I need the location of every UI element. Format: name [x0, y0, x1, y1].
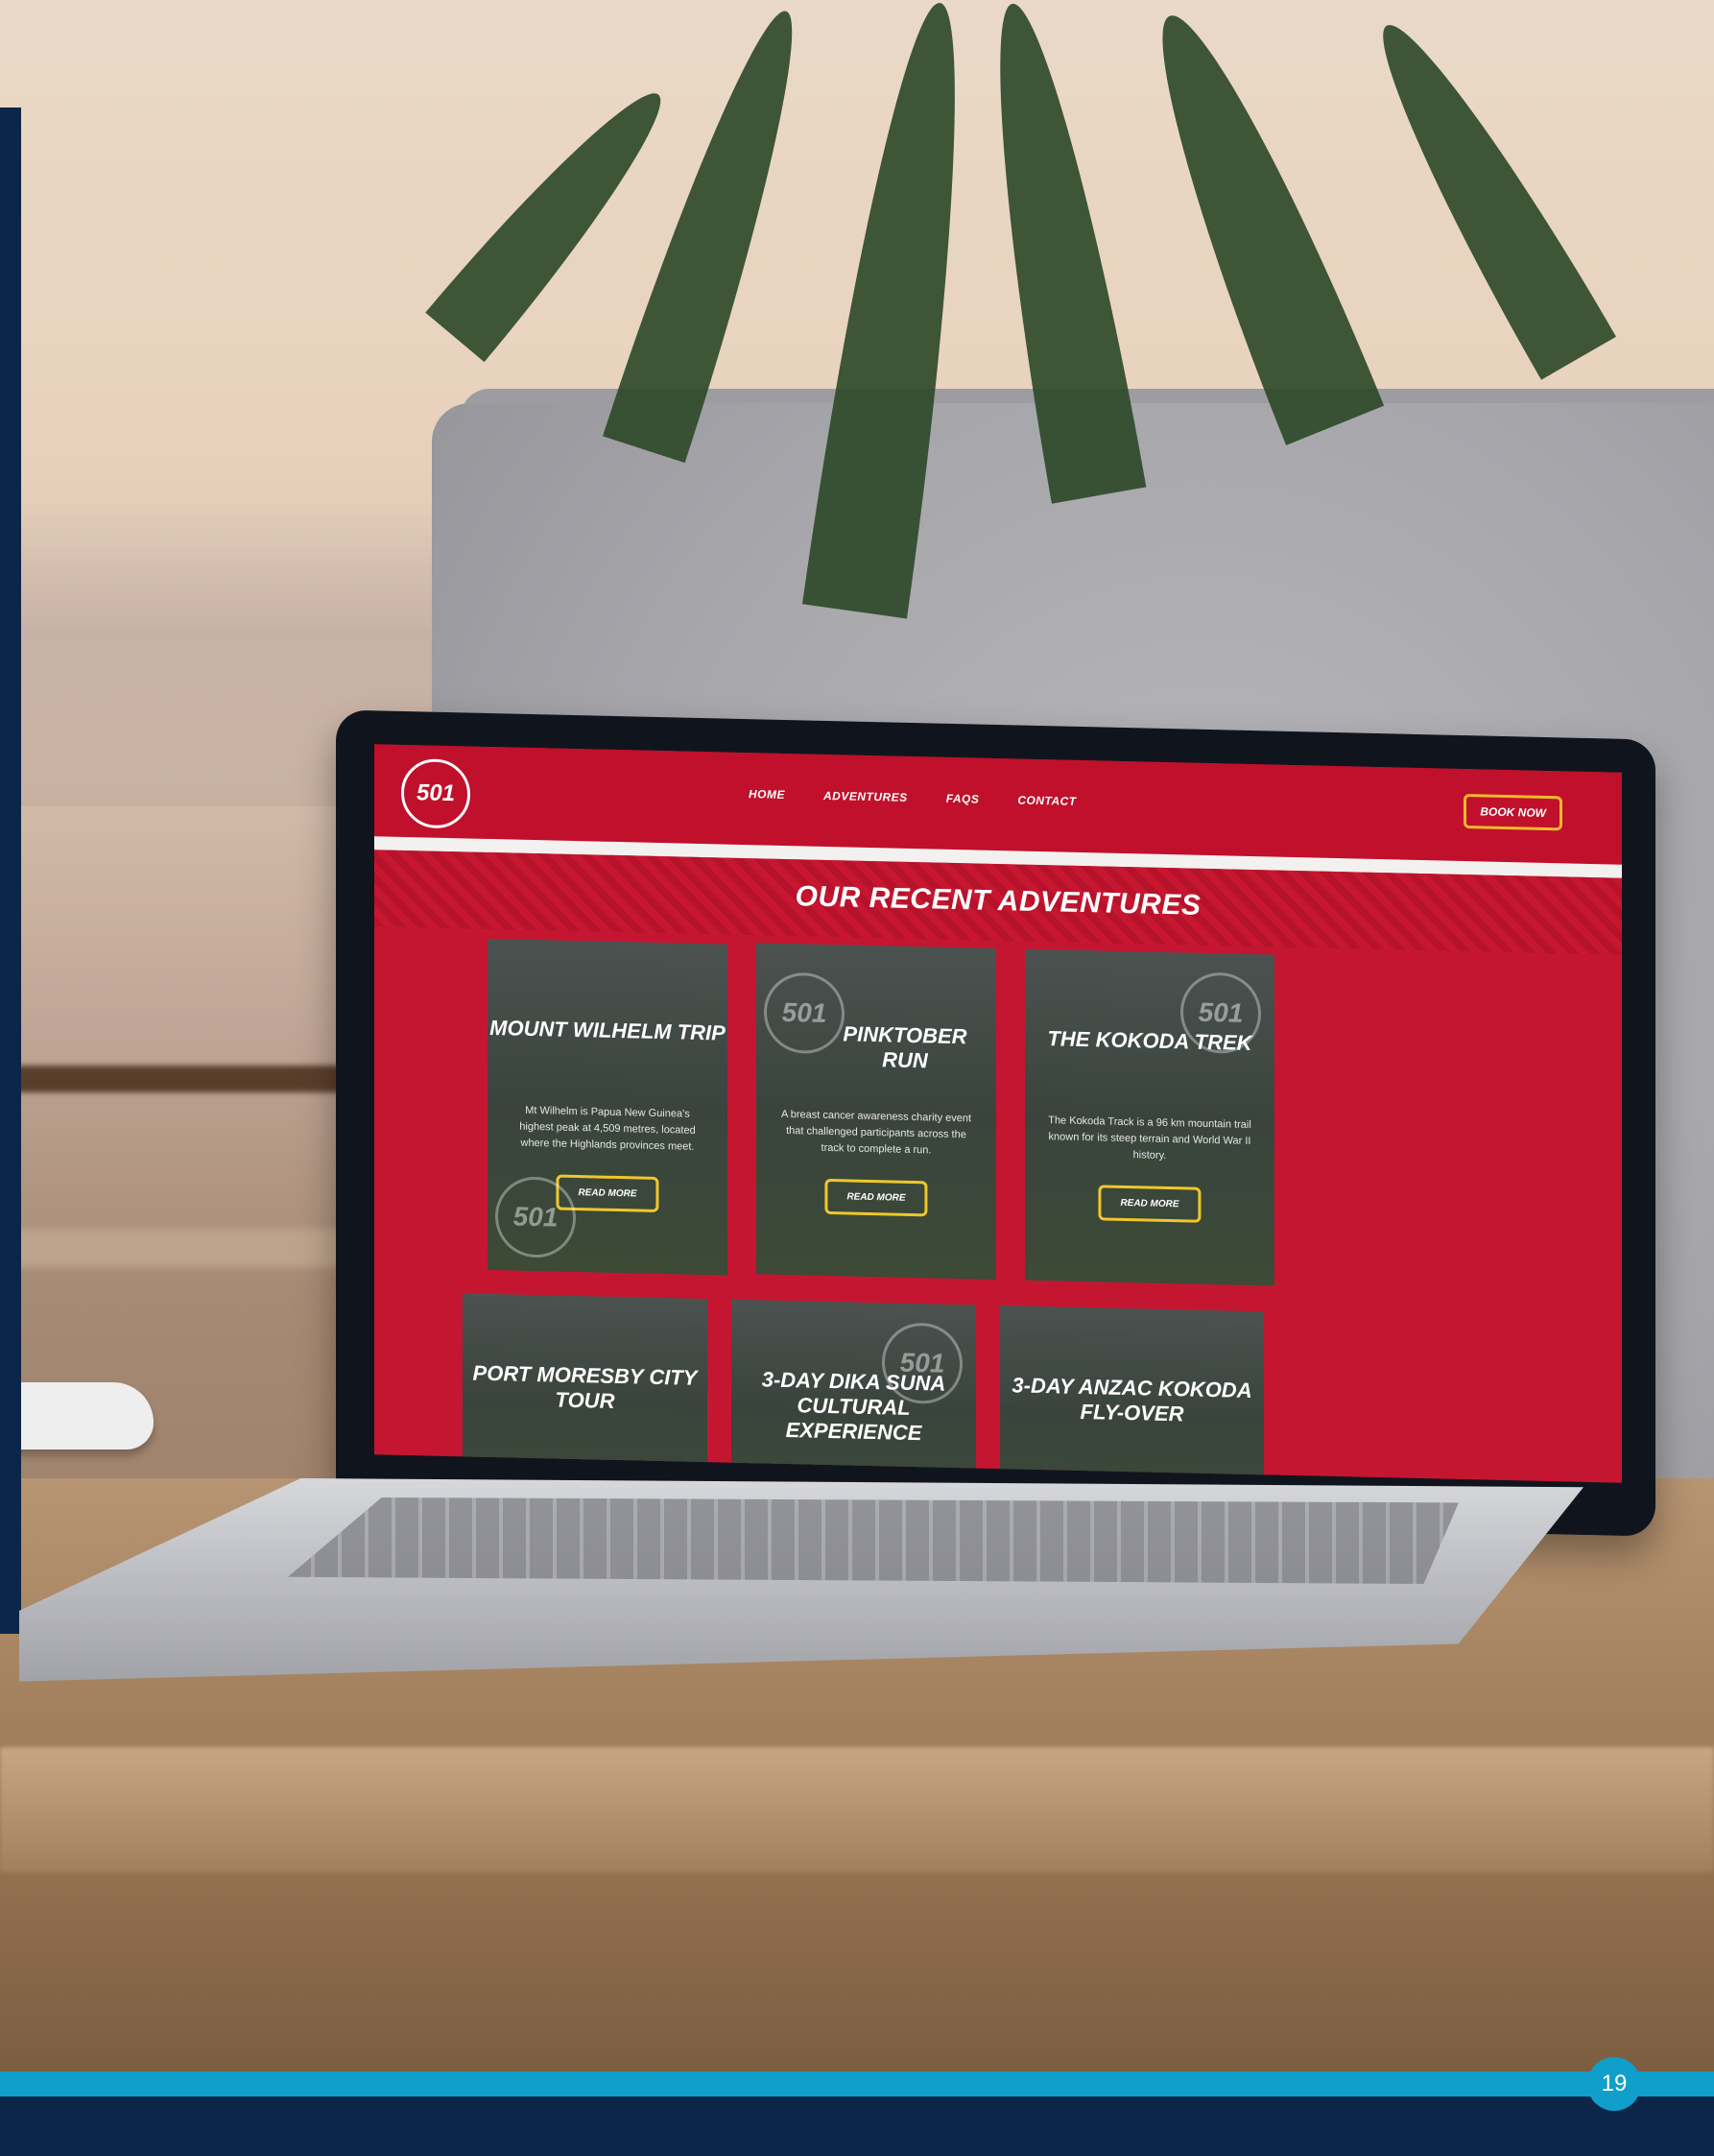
site-nav: HOME ADVENTURES FAQS CONTACT: [749, 787, 1077, 808]
laptop-screen: 501 HOME ADVENTURES FAQS CONTACT BOOK NO…: [374, 744, 1622, 1483]
footer-bar: [0, 2096, 1714, 2156]
plant-leaf: [1349, 4, 1616, 380]
adventure-card[interactable]: MOUNT WILHELM TRIP Mt Wilhelm is Papua N…: [488, 938, 727, 1276]
book-now-button[interactable]: BOOK NOW: [1464, 794, 1562, 831]
adventure-card[interactable]: PORT MORESBY CITY TOUR: [463, 1293, 707, 1483]
logo-watermark: 501: [882, 1322, 963, 1405]
logo-watermark: 501: [1180, 971, 1261, 1055]
logo-watermark: 501: [495, 1176, 576, 1259]
card-description: The Kokoda Track is a 96 km mountain tra…: [1048, 1114, 1251, 1162]
nav-contact[interactable]: CONTACT: [1017, 793, 1076, 807]
plant-leaf: [1120, 0, 1385, 445]
read-more-button[interactable]: READ MORE: [824, 1178, 928, 1217]
card-description: Mt Wilhelm is Papua New Guinea's highest…: [519, 1104, 696, 1153]
adventure-card[interactable]: THE KOKODA TREK The Kokoda Track is a 96…: [1025, 948, 1274, 1286]
card-title: 3-DAY ANZAC KOKODA FLY-OVER: [1012, 1373, 1252, 1426]
card-title: PINKTOBER RUN: [843, 1021, 967, 1073]
table-edge: [0, 1747, 1714, 1872]
left-navy-panel: [0, 108, 21, 1634]
footer-accent-bar: [0, 2072, 1714, 2096]
logo-watermark: 501: [764, 971, 845, 1055]
nav-adventures[interactable]: ADVENTURES: [823, 789, 908, 804]
card-title: MOUNT WILHELM TRIP: [489, 1015, 726, 1045]
card-title: PORT MORESBY CITY TOUR: [472, 1360, 698, 1413]
adventure-card[interactable]: 3-DAY DIKA SUNA CULTURAL EXPERIENCE 501: [731, 1299, 976, 1483]
adventure-card[interactable]: 3-DAY ANZAC KOKODA FLY-OVER: [1000, 1306, 1264, 1483]
nav-faqs[interactable]: FAQS: [946, 792, 980, 806]
nav-home[interactable]: HOME: [749, 787, 785, 802]
read-more-button[interactable]: READ MORE: [1098, 1185, 1202, 1223]
coffee-saucer: [0, 1382, 154, 1449]
laptop-keyboard: [288, 1497, 1459, 1584]
adventure-card[interactable]: PINKTOBER RUN A breast cancer awareness …: [756, 943, 996, 1280]
card-description: A breast cancer awareness charity event …: [780, 1108, 972, 1157]
site-logo[interactable]: 501: [401, 757, 470, 829]
page-number: 19: [1587, 2057, 1641, 2111]
